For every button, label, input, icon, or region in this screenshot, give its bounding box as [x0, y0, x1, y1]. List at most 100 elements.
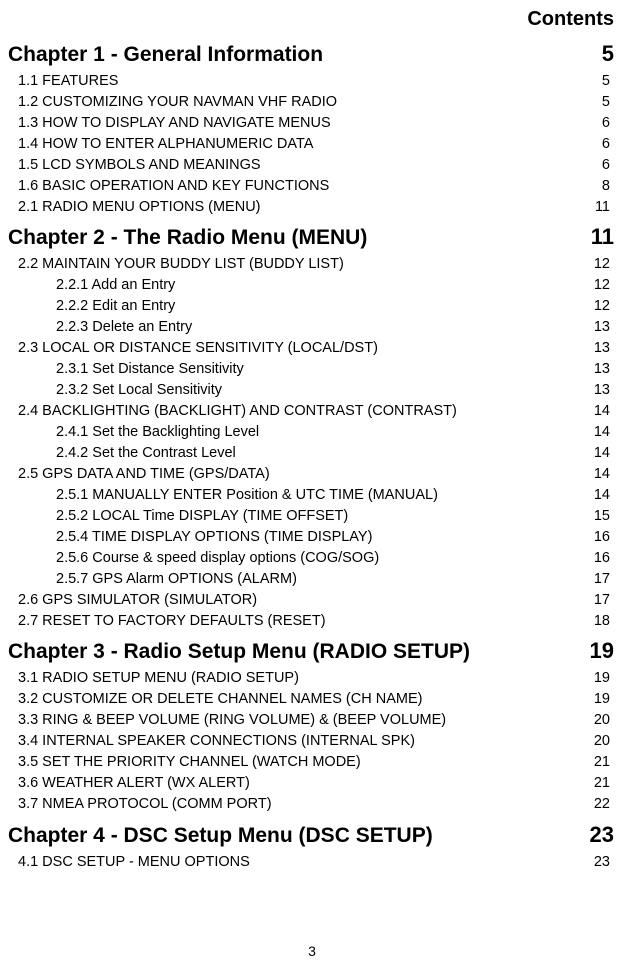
toc-entry-label: 2.5.1 MANUALLY ENTER Position & UTC TIME…: [56, 485, 584, 506]
toc-container: Chapter 1 - General Information51.1 FEAT…: [8, 41, 616, 873]
toc-entry: 3.1 RADIO SETUP MENU (RADIO SETUP)19: [8, 668, 616, 689]
toc-entry-page: 19: [584, 689, 610, 710]
toc-entry-page: 12: [584, 296, 610, 317]
toc-entry-page: 21: [584, 773, 610, 794]
toc-subentry: 2.5.6 Course & speed display options (CO…: [8, 548, 616, 569]
toc-entry-label: 2.5.7 GPS Alarm OPTIONS (ALARM): [56, 569, 584, 590]
toc-entry-label: 3.5 SET THE PRIORITY CHANNEL (WATCH MODE…: [18, 752, 584, 773]
chapter-title: Chapter 4 - DSC Setup Menu (DSC SETUP): [8, 824, 590, 848]
chapter-title: Chapter 1 - General Information: [8, 43, 602, 67]
toc-entry-label: 2.2.2 Edit an Entry: [56, 296, 584, 317]
toc-entry: 2.1 RADIO MENU OPTIONS (MENU)11: [8, 197, 616, 218]
toc-entry: 3.5 SET THE PRIORITY CHANNEL (WATCH MODE…: [8, 752, 616, 773]
toc-entry: 4.1 DSC SETUP - MENU OPTIONS23: [8, 852, 616, 873]
toc-subentry: 2.2.3 Delete an Entry13: [8, 317, 616, 338]
chapter-heading: Chapter 4 - DSC Setup Menu (DSC SETUP)23: [8, 822, 616, 848]
toc-entry-page: 6: [584, 113, 610, 134]
toc-entry-label: 1.2 CUSTOMIZING YOUR NAVMAN VHF RADIO: [18, 92, 584, 113]
toc-entry-page: 14: [584, 485, 610, 506]
toc-subentry: 2.2.2 Edit an Entry12: [8, 296, 616, 317]
chapter-page: 23: [590, 822, 616, 848]
toc-entry-page: 14: [584, 464, 610, 485]
chapter-title: Chapter 3 - Radio Setup Menu (RADIO SETU…: [8, 640, 590, 664]
toc-entry-page: 15: [584, 506, 610, 527]
toc-entry-label: 1.4 HOW TO ENTER ALPHANUMERIC DATA: [18, 134, 584, 155]
toc-entry-page: 8: [584, 176, 610, 197]
toc-entry: 3.6 WEATHER ALERT (WX ALERT)21: [8, 773, 616, 794]
toc-entry-page: 6: [584, 155, 610, 176]
toc-subentry: 2.4.1 Set the Backlighting Level14: [8, 422, 616, 443]
toc-entry-page: 13: [584, 338, 610, 359]
toc-entry-label: 2.2.1 Add an Entry: [56, 275, 584, 296]
toc-entry-page: 13: [584, 317, 610, 338]
toc-entry-page: 16: [584, 527, 610, 548]
page-number: 3: [0, 943, 624, 959]
toc-entry-label: 2.5.6 Course & speed display options (CO…: [56, 548, 584, 569]
toc-entry: 1.3 HOW TO DISPLAY AND NAVIGATE MENUS6: [8, 113, 616, 134]
toc-entry: 1.2 CUSTOMIZING YOUR NAVMAN VHF RADIO5: [8, 92, 616, 113]
chapter-title: Chapter 2 - The Radio Menu (MENU): [8, 226, 591, 250]
toc-entry-page: 14: [584, 401, 610, 422]
toc-entry: 2.3 LOCAL OR DISTANCE SENSITIVITY (LOCAL…: [8, 338, 616, 359]
chapter-heading: Chapter 3 - Radio Setup Menu (RADIO SETU…: [8, 638, 616, 664]
toc-entry-page: 23: [584, 852, 610, 873]
toc-entry-label: 3.7 NMEA PROTOCOL (COMM PORT): [18, 794, 584, 815]
toc-entry-label: 2.3 LOCAL OR DISTANCE SENSITIVITY (LOCAL…: [18, 338, 584, 359]
chapter-heading: Chapter 1 - General Information5: [8, 41, 616, 67]
toc-entry-label: 2.6 GPS SIMULATOR (SIMULATOR): [18, 590, 584, 611]
toc-entry-label: 3.6 WEATHER ALERT (WX ALERT): [18, 773, 584, 794]
toc-entry-page: 12: [584, 254, 610, 275]
toc-entry-page: 13: [584, 359, 610, 380]
toc-entry-page: 5: [584, 92, 610, 113]
toc-entry-page: 17: [584, 590, 610, 611]
toc-entry-page: 11: [584, 197, 610, 218]
toc-subentry: 2.4.2 Set the Contrast Level14: [8, 443, 616, 464]
toc-entry-page: 20: [584, 710, 610, 731]
toc-subentry: 2.3.1 Set Distance Sensitivity13: [8, 359, 616, 380]
toc-entry-page: 22: [584, 794, 610, 815]
toc-entry: 3.7 NMEA PROTOCOL (COMM PORT)22: [8, 794, 616, 815]
toc-subentry: 2.5.4 TIME DISPLAY OPTIONS (TIME DISPLAY…: [8, 527, 616, 548]
chapter-page: 5: [602, 41, 616, 67]
toc-entry-label: 2.4.1 Set the Backlighting Level: [56, 422, 584, 443]
toc-subentry: 2.3.2 Set Local Sensitivity13: [8, 380, 616, 401]
toc-entry: 2.2 MAINTAIN YOUR BUDDY LIST (BUDDY LIST…: [8, 254, 616, 275]
toc-entry-label: 1.5 LCD SYMBOLS AND MEANINGS: [18, 155, 584, 176]
toc-entry-label: 3.4 INTERNAL SPEAKER CONNECTIONS (INTERN…: [18, 731, 584, 752]
toc-subentry: 2.5.2 LOCAL Time DISPLAY (TIME OFFSET)15: [8, 506, 616, 527]
toc-entry-page: 20: [584, 731, 610, 752]
toc-entry-page: 14: [584, 443, 610, 464]
toc-entry-page: 13: [584, 380, 610, 401]
toc-entry-label: 2.5.2 LOCAL Time DISPLAY (TIME OFFSET): [56, 506, 584, 527]
toc-entry-label: 2.5.4 TIME DISPLAY OPTIONS (TIME DISPLAY…: [56, 527, 584, 548]
toc-entry-label: 2.5 GPS DATA AND TIME (GPS/DATA): [18, 464, 584, 485]
toc-entry-page: 12: [584, 275, 610, 296]
toc-entry: 1.1 FEATURES5: [8, 71, 616, 92]
toc-entry-label: 2.3.1 Set Distance Sensitivity: [56, 359, 584, 380]
toc-entry-label: 2.4.2 Set the Contrast Level: [56, 443, 584, 464]
toc-entry-label: 2.3.2 Set Local Sensitivity: [56, 380, 584, 401]
toc-entry: 3.4 INTERNAL SPEAKER CONNECTIONS (INTERN…: [8, 731, 616, 752]
chapter-page: 19: [590, 638, 616, 664]
toc-entry-label: 2.4 BACKLIGHTING (BACKLIGHT) AND CONTRAS…: [18, 401, 584, 422]
chapter-heading: Chapter 2 - The Radio Menu (MENU)11: [8, 224, 616, 250]
toc-entry: 2.5 GPS DATA AND TIME (GPS/DATA)14: [8, 464, 616, 485]
toc-entry: 2.4 BACKLIGHTING (BACKLIGHT) AND CONTRAS…: [8, 401, 616, 422]
toc-entry-label: 4.1 DSC SETUP - MENU OPTIONS: [18, 852, 584, 873]
toc-entry-label: 2.7 RESET TO FACTORY DEFAULTS (RESET): [18, 611, 584, 632]
toc-entry-page: 5: [584, 71, 610, 92]
toc-subentry: 2.2.1 Add an Entry12: [8, 275, 616, 296]
toc-entry-page: 14: [584, 422, 610, 443]
contents-heading: Contents: [8, 8, 616, 31]
toc-entry: 3.2 CUSTOMIZE OR DELETE CHANNEL NAMES (C…: [8, 689, 616, 710]
toc-entry-label: 1.3 HOW TO DISPLAY AND NAVIGATE MENUS: [18, 113, 584, 134]
toc-entry: 2.6 GPS SIMULATOR (SIMULATOR)17: [8, 590, 616, 611]
toc-entry-label: 2.1 RADIO MENU OPTIONS (MENU): [18, 197, 584, 218]
toc-entry: 1.4 HOW TO ENTER ALPHANUMERIC DATA6: [8, 134, 616, 155]
toc-entry-label: 3.2 CUSTOMIZE OR DELETE CHANNEL NAMES (C…: [18, 689, 584, 710]
toc-entry: 1.6 BASIC OPERATION AND KEY FUNCTIONS8: [8, 176, 616, 197]
toc-entry-page: 19: [584, 668, 610, 689]
toc-entry: 1.5 LCD SYMBOLS AND MEANINGS6: [8, 155, 616, 176]
toc-entry-label: 1.1 FEATURES: [18, 71, 584, 92]
toc-entry-label: 2.2 MAINTAIN YOUR BUDDY LIST (BUDDY LIST…: [18, 254, 584, 275]
